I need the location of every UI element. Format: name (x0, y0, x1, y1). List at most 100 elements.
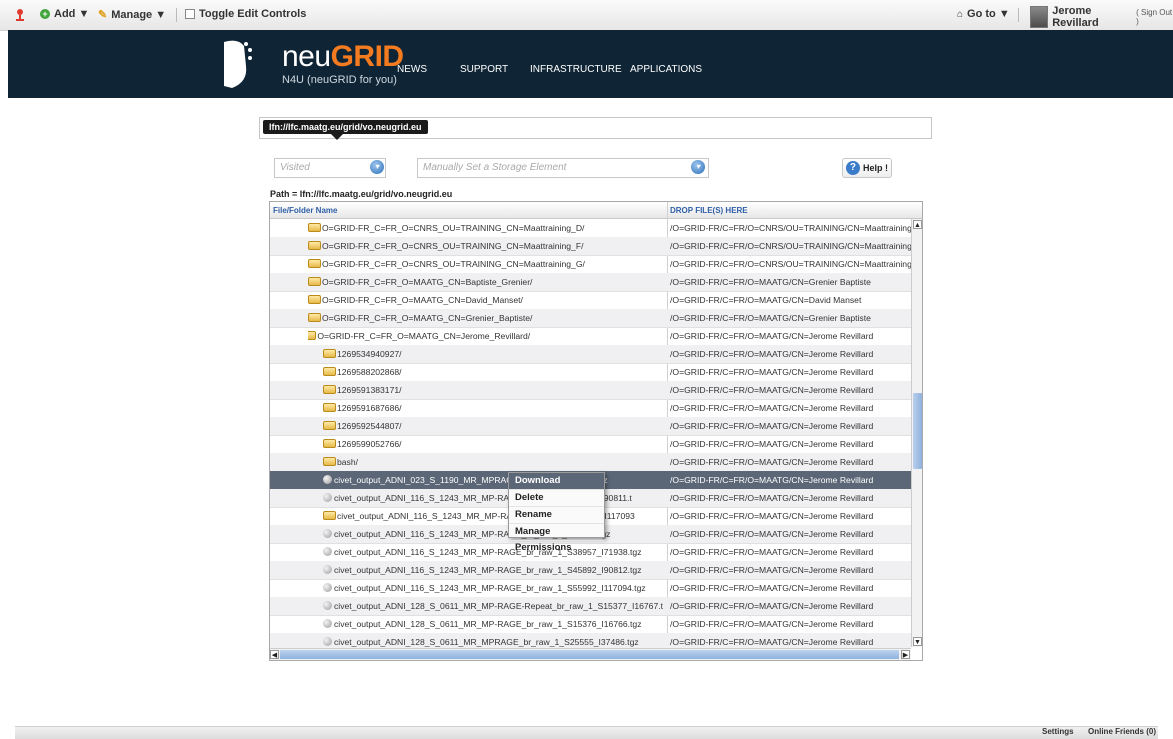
table-row[interactable]: 1269592544807/ /O=GRID-FR/C=FR/O=MAATG/CN… (270, 417, 911, 436)
user-menu[interactable]: Jerome Revillard ( Sign Out ) (1030, 5, 1173, 29)
menu-item-download[interactable]: Download (509, 473, 604, 490)
file-icon (323, 637, 332, 646)
vertical-scrollbar[interactable]: ▲ ▼ (911, 219, 922, 647)
table-row[interactable]: O=GRID-FR_C=FR_O=CNRS_OU=TRAINING_CN=Maa… (270, 237, 911, 256)
table-row[interactable]: 1269599052766/ /O=GRID-FR/C=FR/O=MAATG/CN… (270, 435, 911, 454)
table-row[interactable]: 1269591383171/ /O=GRID-FR/C=FR/O=MAATG/CN… (270, 381, 911, 400)
folder-icon (323, 457, 336, 466)
table-row[interactable]: O=GRID-FR_C=FR_O=CNRS_OU=TRAINING_CN=Maa… (270, 219, 911, 238)
visited-select[interactable]: Visited ▾ (274, 158, 386, 178)
scroll-down-arrow-icon[interactable]: ▼ (913, 637, 922, 646)
row-name-cell: bash/ (323, 457, 708, 467)
row-name-cell: 1269599052766/ (323, 439, 708, 449)
dock-bar: + Add ▼ ✎ Manage ▼ Toggle Edit Controls … (0, 0, 1173, 31)
column-header-name[interactable]: File/Folder Name (273, 206, 337, 215)
row-drop-cell: /O=GRID-FR/C=FR/O=MAATG/CN=Jerome Revill… (670, 349, 874, 359)
row-drop-cell: /O=GRID-FR/C=FR/O=MAATG/CN=David Manset (670, 295, 862, 305)
nav-news[interactable]: NEWS (397, 64, 427, 75)
row-name-cell: O=GRID-FR_C=FR_O=CNRS_OU=TRAINING_CN=Maa… (308, 223, 693, 233)
add-menu[interactable]: + Add ▼ (40, 8, 89, 20)
table-row[interactable]: 1269591687686/ /O=GRID-FR/C=FR/O=MAATG/CN… (270, 399, 911, 418)
file-icon (323, 547, 332, 556)
menu-item-delete[interactable]: Delete (509, 490, 604, 507)
row-name-cell: O=GRID-FR_C=FR_O=MAATG_CN=Baptiste_Greni… (308, 277, 693, 287)
table-row[interactable]: civet_output_ADNI_116_S_1243_MR_MP-RAGE_… (270, 561, 911, 580)
row-name-label: O=GRID-FR_C=FR_O=MAATG_CN=Jerome_Revilla… (317, 331, 531, 341)
table-row[interactable]: O=GRID-FR_C=FR_O=CNRS_OU=TRAINING_CN=Maa… (270, 255, 911, 274)
nav-applications[interactable]: APPLICATIONS (630, 64, 702, 75)
table-row[interactable]: ▾O=GRID-FR_C=FR_O=MAATG_CN=Jerome_Revill… (270, 327, 911, 346)
row-name-label: O=GRID-FR_C=FR_O=CNRS_OU=TRAINING_CN=Maa… (322, 223, 585, 233)
storage-element-select[interactable]: Manually Set a Storage Element ▾ (417, 158, 709, 178)
row-drop-cell: /O=GRID-FR/C=FR/O=MAATG/CN=Jerome Revill… (670, 511, 874, 521)
checkbox-icon (185, 9, 195, 19)
folder-icon (308, 241, 321, 250)
sign-out-link[interactable]: ( Sign Out ) (1136, 8, 1173, 26)
visited-dropdown-icon[interactable]: ▾ (370, 160, 384, 174)
help-button[interactable]: ? Help ! (842, 158, 892, 178)
row-drop-cell: /O=GRID-FR/C=FR/O=MAATG/CN=Jerome Revill… (670, 493, 874, 503)
row-name-label: O=GRID-FR_C=FR_O=MAATG_CN=Grenier_Baptis… (322, 313, 533, 323)
folder-icon (323, 385, 336, 394)
help-icon: ? (845, 161, 860, 175)
horizontal-scroll-thumb[interactable] (280, 650, 899, 659)
liferay-icon[interactable] (15, 8, 25, 22)
storage-dropdown-icon[interactable]: ▾ (691, 160, 705, 174)
scroll-left-arrow-icon[interactable]: ◀ (270, 650, 279, 659)
manage-menu[interactable]: ✎ Manage ▼ (98, 8, 166, 22)
table-row[interactable]: bash/ /O=GRID-FR/C=FR/O=MAATG/CN=Jerome R… (270, 453, 911, 472)
menu-item-rename[interactable]: Rename (509, 507, 604, 524)
neugrid-logo-icon (218, 36, 256, 92)
table-row[interactable]: civet_output_ADNI_128_S_0611_MR_MP-RAGE_… (270, 615, 911, 634)
row-name-label: civet_output_ADNI_116_S_1243_MR_MP-RAGE_… (334, 583, 646, 593)
toggle-edit-controls[interactable]: Toggle Edit Controls (185, 8, 306, 20)
row-drop-cell: /O=GRID-FR/C=FR/O=MAATG/CN=Jerome Revill… (670, 637, 874, 647)
nav-support[interactable]: SUPPORT (460, 64, 508, 75)
online-friends-link[interactable]: Online Friends (0) (1088, 727, 1156, 736)
nav-infrastructure[interactable]: INFRASTRUCTURE (530, 64, 622, 75)
row-name-label: civet_output_ADNI_128_S_0611_MR_MP-RAGE-… (334, 601, 663, 611)
table-row[interactable]: 1269534940927/ /O=GRID-FR/C=FR/O=MAATG/CN… (270, 345, 911, 364)
menu-item-manage-permissions[interactable]: Manage Permissions (509, 524, 604, 553)
table-row[interactable]: civet_output_ADNI_116_S_1243_MR_MP-RAGE_… (270, 543, 911, 562)
table-row[interactable]: O=GRID-FR_C=FR_O=MAATG_CN=Baptiste_Greni… (270, 273, 911, 292)
row-name-cell: civet_output_ADNI_128_S_0611_MR_MPRAGE_b… (323, 637, 708, 647)
folder-icon (308, 223, 321, 232)
file-icon (323, 493, 332, 502)
goto-menu[interactable]: ⌂ Go to ▼ (957, 8, 1010, 20)
folder-icon (308, 331, 317, 340)
row-name-cell: 1269592544807/ (323, 421, 708, 431)
context-menu: Download Delete Rename Manage Permission… (508, 472, 605, 553)
folder-icon (323, 421, 336, 430)
table-row[interactable]: civet_output_ADNI_128_S_0611_MR_MP-RAGE-… (270, 597, 911, 616)
horizontal-scrollbar[interactable]: ◀ ▶ (270, 648, 911, 660)
folder-icon (308, 277, 321, 286)
brand-title: neuGRID (282, 40, 404, 73)
row-name-cell: ▾O=GRID-FR_C=FR_O=MAATG_CN=Jerome_Revill… (308, 331, 693, 342)
folder-icon (323, 439, 336, 448)
help-label: Help ! (862, 163, 888, 173)
scroll-up-arrow-icon[interactable]: ▲ (913, 220, 922, 229)
row-drop-cell: /O=GRID-FR/C=FR/O=MAATG/CN=Jerome Revill… (670, 421, 874, 431)
row-name-cell: 1269588202868/ (323, 367, 708, 377)
vertical-scroll-thumb[interactable] (913, 393, 922, 469)
row-drop-cell: /O=GRID-FR/C=FR/O=MAATG/CN=Jerome Revill… (670, 565, 874, 575)
add-icon: + (40, 9, 50, 19)
scroll-right-arrow-icon[interactable]: ▶ (901, 650, 910, 659)
row-drop-cell: /O=GRID-FR/C=FR/O=MAATG/CN=Grenier Bapti… (670, 313, 871, 323)
table-row[interactable]: civet_output_ADNI_116_S_1243_MR_MP-RAGE_… (270, 579, 911, 598)
row-drop-cell: /O=GRID-FR/C=FR/O=CNRS/OU=TRAINING/CN=Ma… (670, 223, 911, 233)
grid-header: File/Folder Name DROP FILE(S) HERE (270, 202, 922, 219)
column-header-drop[interactable]: DROP FILE(S) HERE (670, 206, 748, 215)
path-tag: lfn://lfc.maatg.eu/grid/vo.neugrid.eu (263, 120, 428, 140)
folder-icon (323, 403, 336, 412)
row-drop-cell: /O=GRID-FR/C=FR/O=CNRS/OU=TRAINING/CN=Ma… (670, 259, 911, 269)
row-name-cell: O=GRID-FR_C=FR_O=CNRS_OU=TRAINING_CN=Maa… (308, 241, 693, 251)
table-row[interactable]: 1269588202868/ /O=GRID-FR/C=FR/O=MAATG/CN… (270, 363, 911, 382)
row-drop-cell: /O=GRID-FR/C=FR/O=MAATG/CN=Jerome Revill… (670, 457, 874, 467)
folder-icon (308, 295, 321, 304)
table-row[interactable]: O=GRID-FR_C=FR_O=MAATG_CN=Grenier_Baptis… (270, 309, 911, 328)
table-row[interactable]: O=GRID-FR_C=FR_O=MAATG_CN=David_Manset/ /… (270, 291, 911, 310)
visited-placeholder: Visited (280, 162, 310, 173)
settings-link[interactable]: Settings (1042, 727, 1074, 736)
